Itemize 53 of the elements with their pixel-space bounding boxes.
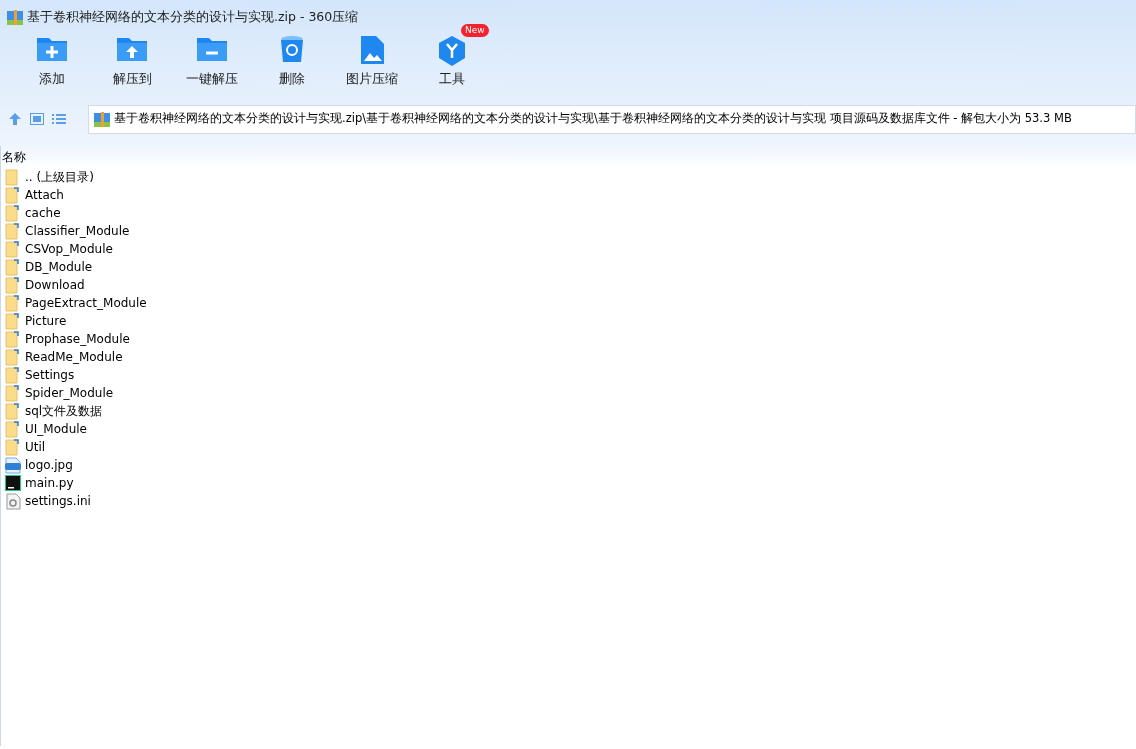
file-name[interactable]: cache	[25, 204, 61, 222]
toolbar-button[interactable]: 解压到	[92, 24, 172, 96]
folder-shortcut-icon	[5, 240, 21, 258]
file-name[interactable]: CSVop_Module	[25, 240, 113, 258]
folder-shortcut-icon	[5, 258, 21, 276]
folder-shortcut-icon	[5, 312, 21, 330]
folder-shortcut-icon	[5, 330, 21, 348]
file-name[interactable]: settings.ini	[25, 492, 91, 510]
file-name[interactable]: UI_Module	[25, 420, 87, 438]
settings-file-icon	[5, 492, 21, 510]
folder-shortcut-icon	[5, 402, 21, 420]
file-name[interactable]: Settings	[25, 366, 75, 384]
archive-icon	[7, 9, 23, 25]
toolbar-button[interactable]: 删除	[252, 24, 332, 96]
folder-shortcut-icon	[5, 294, 21, 312]
folder-icon	[5, 168, 21, 186]
toolbar-button[interactable]: New 工具	[412, 24, 492, 96]
folder-shortcut-icon	[5, 384, 21, 402]
file-name[interactable]: ReadMe_Module	[25, 348, 123, 366]
toolbar-button[interactable]: 添加	[12, 24, 92, 96]
folder-shortcut-icon	[5, 348, 21, 366]
folder-shortcut-icon	[5, 204, 21, 222]
file-name[interactable]: DB_Module	[25, 258, 93, 276]
file-name[interactable]: Classifier_Module	[25, 222, 130, 240]
image-file-icon	[5, 456, 21, 474]
thumbnail-view-icon[interactable]	[30, 113, 44, 125]
toolbar-button[interactable]: 一键解压	[172, 24, 252, 96]
address-bar[interactable]: 基于卷积神经网络的文本分类的设计与实现.zip\基于卷积神经网络的文本分类的设计与实现\基于卷积神经网络的文本分类的设计与实现 项目源码及数据库文件 - 解包大小为 53.3 MB	[88, 104, 1136, 134]
file-name[interactable]: .. (上级目录)	[25, 168, 94, 186]
folder-shortcut-icon	[5, 276, 21, 294]
up-arrow-icon[interactable]	[8, 112, 22, 126]
file-name[interactable]: logo.jpg	[25, 456, 73, 474]
folder-shortcut-icon	[5, 366, 21, 384]
folder-shortcut-icon	[5, 420, 21, 438]
file-name[interactable]: Prophase_Module	[25, 330, 130, 348]
file-name[interactable]: main.py	[25, 474, 74, 492]
list-view-icon[interactable]	[52, 113, 66, 125]
file-name[interactable]: PageExtract_Module	[25, 294, 147, 312]
file-name[interactable]: Download	[25, 276, 85, 294]
folder-shortcut-icon	[5, 186, 21, 204]
new-badge: New	[461, 24, 489, 37]
code-editor-icon	[5, 474, 21, 492]
file-name[interactable]: Spider_Module	[25, 384, 114, 402]
file-name[interactable]: sql文件及数据	[25, 402, 103, 420]
folder-shortcut-icon	[5, 222, 21, 240]
window-title: 基于卷积神经网络的文本分类的设计与实现.zip - 360压缩	[27, 7, 359, 26]
folder-shortcut-icon	[5, 438, 21, 456]
archive-icon	[94, 111, 110, 127]
file-name[interactable]: Util	[25, 438, 46, 456]
file-name[interactable]: Picture	[25, 312, 67, 330]
column-header[interactable]: 名称	[2, 150, 26, 164]
file-name[interactable]: Attach	[25, 186, 64, 204]
toolbar-button[interactable]: 图片压缩	[332, 24, 412, 96]
